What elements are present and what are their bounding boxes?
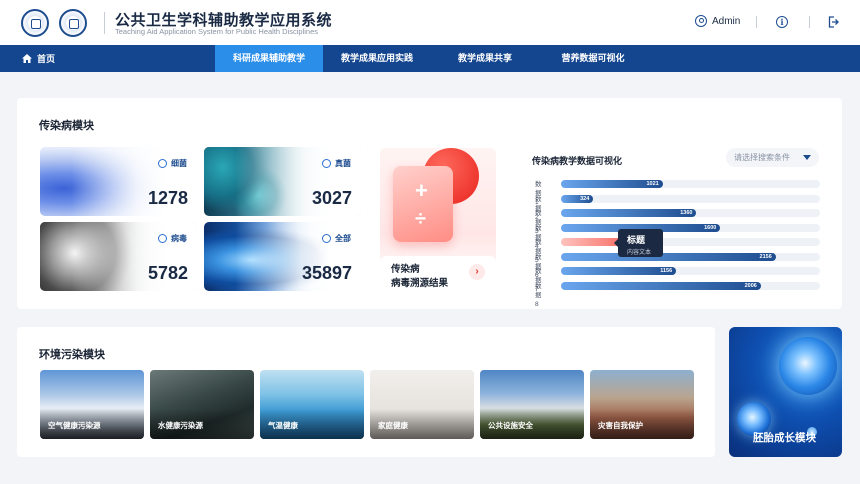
bar-value-label: 1360: [680, 210, 693, 216]
header: 公共卫生学科辅助教学应用系统 Teaching Aid Application …: [0, 0, 860, 45]
trace-card-line2: 病毒溯源结果: [391, 278, 449, 289]
env-tile-disaster[interactable]: 灾害自我保护: [590, 370, 694, 439]
tile-virus[interactable]: 病毒 5782: [40, 222, 197, 291]
env-tile-temperature[interactable]: 气温健康: [260, 370, 364, 439]
tooltip-text: 内容文本: [627, 250, 652, 256]
bar[interactable]: 1156: [561, 267, 677, 275]
nav-home-label: 首页: [37, 54, 56, 64]
env-tile-label: 气温健康: [268, 421, 298, 430]
tile-label: 真菌: [335, 159, 351, 168]
tab-teaching-share[interactable]: 教学成果共享: [431, 45, 539, 72]
header-divider: [104, 12, 105, 34]
chevron-right-icon[interactable]: ›: [469, 264, 485, 280]
env-tile-label: 空气健康污染源: [48, 421, 101, 430]
tile-bacteria[interactable]: 细菌 1278: [40, 147, 197, 216]
tile-all[interactable]: 全部 35897: [204, 222, 361, 291]
bar[interactable]: 324: [561, 194, 594, 203]
bar-track: 2006: [561, 281, 820, 290]
home-icon: [22, 54, 32, 63]
tab-teaching-practice[interactable]: 教学成果应用实践: [323, 45, 431, 72]
header-separator: [809, 16, 810, 28]
logout-icon[interactable]: [828, 16, 839, 28]
bar-value-label: 324: [580, 195, 590, 202]
main-nav: 首页 科研成果辅助教学 教学成果应用实践 教学成果共享 营养数据可视化: [0, 45, 860, 72]
bar-track: 1600: [561, 223, 820, 232]
env-tile-label: 家庭健康: [378, 421, 408, 430]
user-menu[interactable]: Admin: [695, 15, 740, 27]
user-name: Admin: [712, 15, 741, 27]
bar-track: 1156: [561, 267, 820, 275]
bacteria-icon: [158, 159, 167, 168]
bar[interactable]: 1360: [561, 209, 697, 217]
bar-value-label: 1021: [646, 181, 659, 187]
tab-research-teaching[interactable]: 科研成果辅助教学: [215, 45, 323, 72]
tile-value: 35897: [301, 263, 352, 283]
bar-track: 2156: [561, 252, 820, 261]
bar[interactable]: 2006: [561, 281, 761, 290]
bar-track: 324: [561, 194, 820, 203]
caret-down-icon: [803, 155, 811, 160]
tile-value: 1278: [147, 188, 188, 208]
bar-value-label: 1600: [704, 224, 717, 231]
school-logo-icon: [59, 9, 87, 37]
bar[interactable]: 1021: [561, 180, 663, 188]
medical-doc-icon: + ÷: [393, 166, 453, 242]
user-icon: [695, 15, 707, 27]
header-separator: [756, 16, 757, 28]
fungus-icon: [322, 159, 331, 168]
nav-home[interactable]: 首页: [22, 45, 55, 72]
environment-title: 环境污染模块: [39, 349, 105, 361]
env-tile-air[interactable]: 空气健康污染源: [40, 370, 144, 439]
embryo-module-card[interactable]: 胚胎成长模块: [729, 327, 842, 457]
embryo-label: 胚胎成长模块: [753, 432, 816, 444]
tile-label: 细菌: [171, 159, 187, 168]
info-icon[interactable]: i: [776, 16, 788, 28]
bar-track: 1360: [561, 209, 820, 217]
env-tile-water[interactable]: 水健康污染源: [150, 370, 254, 439]
virus-trace-card[interactable]: + ÷ 传染病 病毒溯源结果 ›: [380, 148, 496, 291]
trace-card-line1: 传染病: [391, 264, 420, 275]
app-subtitle: Teaching Aid Application System for Publ…: [115, 27, 319, 36]
all-icon: [322, 234, 331, 243]
bar[interactable]: 2156: [561, 252, 776, 261]
tooltip-title: 标题: [627, 235, 646, 245]
cell-orb: [779, 337, 837, 395]
tile-value: 3027: [311, 188, 352, 208]
tile-fungus[interactable]: 真菌 3027: [204, 147, 361, 216]
chart-tooltip: 标题 内容文本: [614, 229, 663, 257]
bar-value-label: 2006: [744, 282, 757, 289]
university-logo-icon: [21, 9, 49, 37]
bar-label: 数据8: [535, 282, 542, 308]
search-condition-select[interactable]: 请选择搜索条件: [726, 148, 819, 167]
tile-label: 病毒: [171, 234, 187, 243]
virus-icon: [158, 234, 167, 243]
tile-label: 全部: [335, 234, 351, 243]
infectious-title: 传染病模块: [39, 120, 94, 132]
env-tile-label: 水健康污染源: [158, 421, 203, 430]
env-tile-label: 灾害自我保护: [598, 421, 643, 430]
viz-title: 传染病教学数据可视化: [532, 156, 623, 166]
env-tile-public-facility[interactable]: 公共设施安全: [480, 370, 584, 439]
bar-track: 1021: [561, 180, 820, 188]
env-tile-home[interactable]: 家庭健康: [370, 370, 474, 439]
tile-value: 5782: [147, 263, 188, 283]
bar-value-label: 1156: [660, 268, 673, 274]
bar-value-label: 2156: [759, 253, 772, 260]
tab-nutrition-viz[interactable]: 营养数据可视化: [539, 45, 647, 72]
select-placeholder: 请选择搜索条件: [734, 153, 790, 162]
bar-track: 974: [561, 238, 820, 246]
env-tile-label: 公共设施安全: [488, 421, 533, 430]
